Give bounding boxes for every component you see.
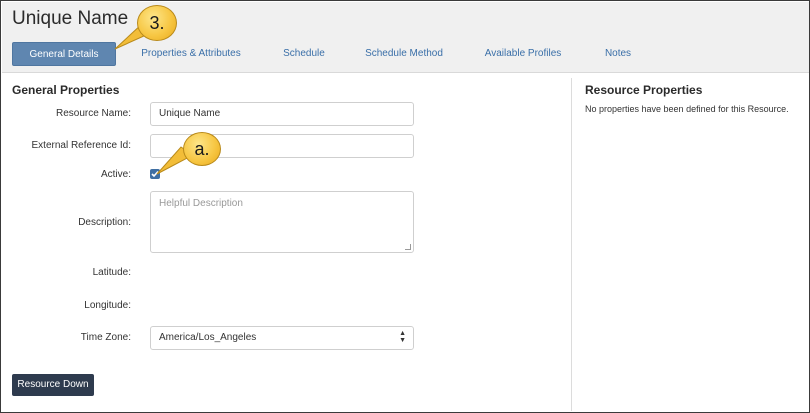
resource-down-button[interactable]: Resource Down xyxy=(12,374,94,396)
general-properties-heading: General Properties xyxy=(12,83,120,97)
tab-general-details[interactable]: General Details xyxy=(12,42,116,66)
time-zone-label: Time Zone: xyxy=(80,332,131,343)
longitude-label: Longitude: xyxy=(84,300,131,311)
resource-name-label: Resource Name: xyxy=(55,108,131,119)
latitude-label: Latitude: xyxy=(92,267,131,278)
callout-step-3: 3. xyxy=(137,5,177,41)
tab-notes[interactable]: Notes xyxy=(596,42,640,66)
resource-properties-heading: Resource Properties xyxy=(585,83,703,97)
description-placeholder: Helpful Description xyxy=(159,198,243,209)
time-zone-value: America/Los_Angeles xyxy=(159,332,257,343)
active-label: Active: xyxy=(100,169,131,180)
description-textarea[interactable]: Helpful Description xyxy=(150,191,414,253)
column-divider xyxy=(571,78,572,411)
tab-available-profiles[interactable]: Available Profiles xyxy=(475,42,571,66)
callout-field-a: a. xyxy=(183,132,221,166)
resource-name-input[interactable]: Unique Name xyxy=(150,102,414,126)
app-frame: Unique Name General Details Properties &… xyxy=(0,0,810,413)
external-reference-label: External Reference Id: xyxy=(31,140,132,151)
tab-schedule[interactable]: Schedule xyxy=(274,42,334,66)
description-label: Description: xyxy=(78,217,131,228)
resize-grip-icon[interactable] xyxy=(405,244,411,250)
tab-schedule-method[interactable]: Schedule Method xyxy=(359,42,449,66)
resource-properties-empty-text: No properties have been defined for this… xyxy=(585,104,789,114)
select-arrows-icon: ▲ ▼ xyxy=(399,330,406,344)
time-zone-select[interactable]: America/Los_Angeles ▲ ▼ xyxy=(150,326,414,350)
resource-name-value: Unique Name xyxy=(159,108,221,119)
